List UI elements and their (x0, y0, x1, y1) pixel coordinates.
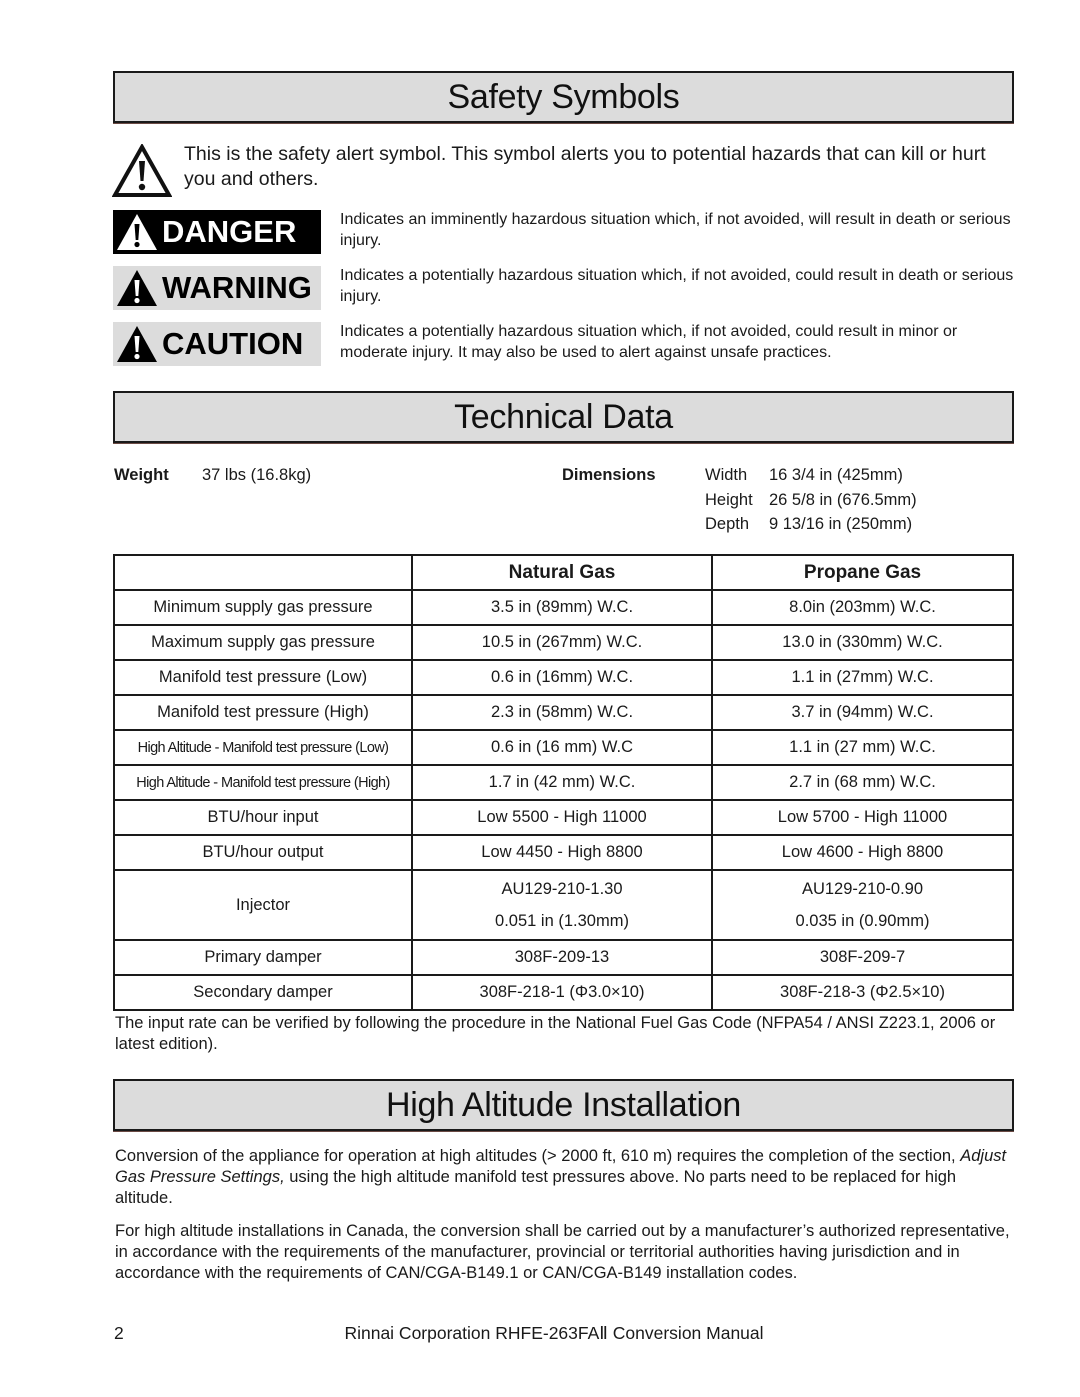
row-label: Manifold test pressure (High) (113, 694, 413, 731)
signal-word-label: DANGER (162, 214, 297, 249)
dimension-depth-label: Depth (705, 515, 750, 533)
injector-size: 0.035 in (0.90mm) (795, 912, 930, 930)
table-row: Manifold test pressure (High) 2.3 in (58… (113, 694, 1014, 731)
injector-part-number: AU129-210-0.90 (801, 880, 924, 898)
natural-gas-value: Low 5500 - High 11000 (411, 799, 713, 836)
signal-word-caution: CAUTION (113, 322, 321, 366)
propane-gas-value: 13.0 in (330mm) W.C. (711, 624, 1014, 661)
section-header-high-altitude: High Altitude Installation (113, 1079, 1014, 1131)
table-row: Minimum supply gas pressure 3.5 in (89mm… (113, 589, 1014, 626)
weight-label: Weight (114, 466, 169, 484)
row-label: High Altitude - Manifold test pressure (… (113, 764, 413, 801)
warning-description: Indicates a potentially hazardous situat… (340, 267, 1014, 305)
table-row: High Altitude - Manifold test pressure (… (113, 729, 1014, 766)
row-label: BTU/hour input (113, 799, 413, 836)
signal-word-warning: WARNING (113, 266, 321, 310)
row-label: Primary damper (113, 939, 413, 976)
caution-description: Indicates a potentially hazardous situat… (340, 323, 958, 361)
footer-title: Rinnai Corporation RHFE-263FAⅡ Conversio… (344, 1323, 764, 1343)
table-row: Primary damper 308F-209-13 308F-209-7 (113, 939, 1014, 976)
high-altitude-paragraph-2: For high altitude installations in Canad… (115, 1222, 1010, 1282)
dimension-height-value: 26 5/8 in (676.5mm) (769, 491, 917, 509)
injector-size: 0.051 in (1.30mm) (495, 912, 629, 930)
propane-gas-value: 8.0in (203mm) W.C. (711, 589, 1014, 626)
row-label: Secondary damper (113, 974, 413, 1011)
table-row: Injector AU129-210-1.30 0.051 in (1.30mm… (113, 869, 1014, 941)
danger-description: Indicates an imminently hazardous situat… (340, 211, 1011, 249)
row-label: Injector (113, 869, 413, 941)
dimensions-label: Dimensions (562, 466, 656, 484)
propane-gas-value: 1.1 in (27mm) W.C. (711, 659, 1014, 696)
section-header-safety-symbols: Safety Symbols (113, 71, 1014, 123)
page-number: 2 (114, 1323, 124, 1343)
header-natural-gas: Natural Gas (411, 554, 713, 591)
row-label: Maximum supply gas pressure (113, 624, 413, 661)
table-row: Secondary damper 308F-218-1 (Φ3.0×10) 30… (113, 974, 1014, 1011)
row-label: Minimum supply gas pressure (113, 589, 413, 626)
row-label: High Altitude - Manifold test pressure (… (113, 729, 413, 766)
warning-triangle-icon (117, 214, 157, 250)
row-label: BTU/hour output (113, 834, 413, 871)
dimension-width-value: 16 3/4 in (425mm) (769, 466, 903, 484)
table-row: BTU/hour input Low 5500 - High 11000 Low… (113, 799, 1014, 836)
natural-gas-value: 308F-218-1 (Φ3.0×10) (411, 974, 713, 1011)
natural-gas-value: AU129-210-1.30 0.051 in (1.30mm) (411, 869, 713, 941)
safety-alert-text: This is the safety alert symbol. This sy… (184, 143, 986, 190)
safety-alert-icon (112, 144, 172, 197)
propane-gas-value: 1.1 in (27 mm) W.C. (711, 729, 1014, 766)
propane-gas-value: AU129-210-0.90 0.035 in (0.90mm) (711, 869, 1014, 941)
dimension-width-label: Width (705, 466, 748, 484)
warning-triangle-icon (117, 326, 157, 362)
input-rate-note: The input rate can be verified by follow… (115, 1014, 996, 1053)
propane-gas-value: 3.7 in (94mm) W.C. (711, 694, 1014, 731)
signal-word-label: WARNING (162, 270, 312, 305)
warning-triangle-icon (117, 270, 157, 306)
table-row: High Altitude - Manifold test pressure (… (113, 764, 1014, 801)
natural-gas-value: 0.6 in (16 mm) W.C (411, 729, 713, 766)
table-row: Maximum supply gas pressure 10.5 in (267… (113, 624, 1014, 661)
table-header-row: Natural Gas Propane Gas (113, 554, 1014, 591)
natural-gas-value: 1.7 in (42 mm) W.C. (411, 764, 713, 801)
row-label: Manifold test pressure (Low) (113, 659, 413, 696)
header-propane-gas: Propane Gas (711, 554, 1014, 591)
propane-gas-value: 308F-218-3 (Φ2.5×10) (711, 974, 1014, 1011)
section-header-technical-data: Technical Data (113, 391, 1014, 443)
dimension-height-label: Height (705, 491, 753, 509)
natural-gas-value: 0.6 in (16mm) W.C. (411, 659, 713, 696)
signal-word-danger: DANGER (113, 210, 321, 254)
natural-gas-value: 308F-209-13 (411, 939, 713, 976)
high-altitude-paragraph-1: Conversion of the appliance for operatio… (115, 1146, 1015, 1209)
natural-gas-value: Low 4450 - High 8800 (411, 834, 713, 871)
gas-spec-table: Natural Gas Propane Gas Minimum supply g… (113, 554, 1014, 1011)
natural-gas-value: 10.5 in (267mm) W.C. (411, 624, 713, 661)
safety-alert-intro: This is the safety alert symbol. This sy… (112, 142, 1017, 198)
dimension-depth-value: 9 13/16 in (250mm) (769, 515, 913, 533)
propane-gas-value: 2.7 in (68 mm) W.C. (711, 764, 1014, 801)
natural-gas-value: 2.3 in (58mm) W.C. (411, 694, 713, 731)
signal-word-label: CAUTION (162, 326, 304, 361)
propane-gas-value: Low 4600 - High 8800 (711, 834, 1014, 871)
paragraph-text: Conversion of the appliance for operatio… (115, 1147, 961, 1165)
table-row: Manifold test pressure (Low) 0.6 in (16m… (113, 659, 1014, 696)
injector-part-number: AU129-210-1.30 (501, 880, 623, 898)
weight-value: 37 lbs (16.8kg) (202, 466, 312, 484)
table-row: BTU/hour output Low 4450 - High 8800 Low… (113, 834, 1014, 871)
propane-gas-value: 308F-209-7 (711, 939, 1014, 976)
propane-gas-value: Low 5700 - High 11000 (711, 799, 1014, 836)
header-empty (113, 554, 413, 591)
natural-gas-value: 3.5 in (89mm) W.C. (411, 589, 713, 626)
